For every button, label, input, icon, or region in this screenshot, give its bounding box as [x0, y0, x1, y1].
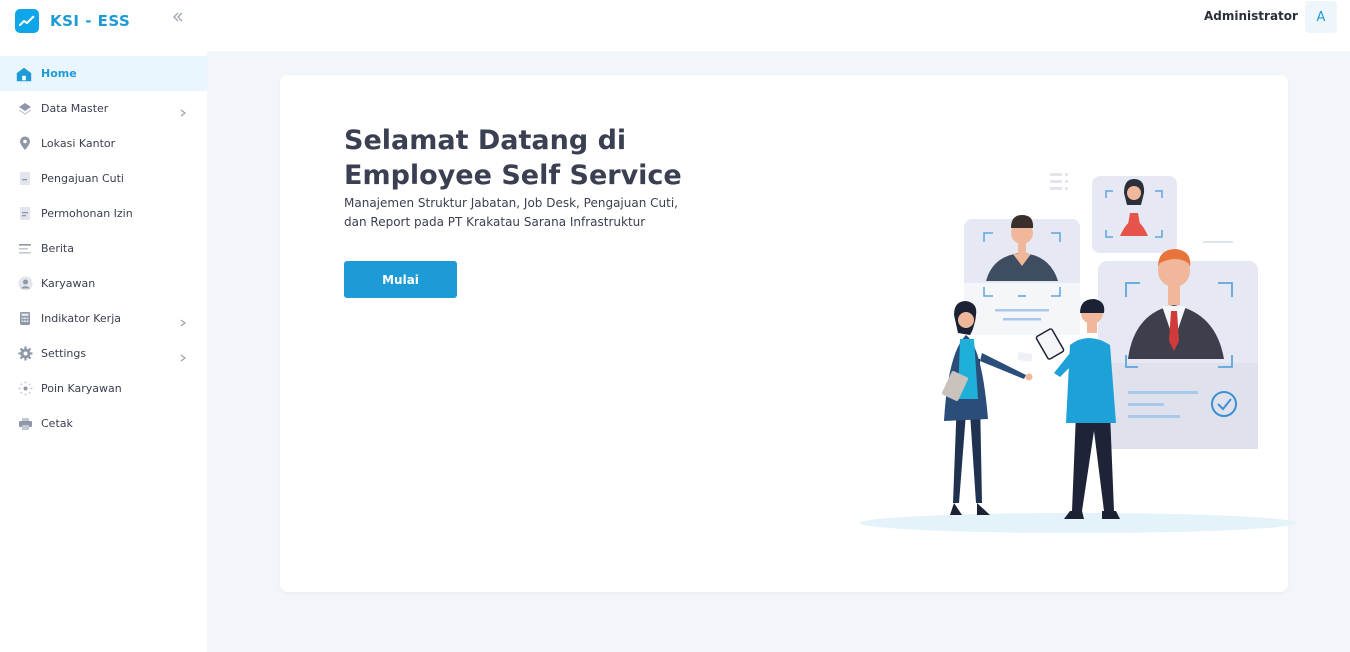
sidebar-item-cetak[interactable]: Cetak	[0, 406, 207, 441]
brand-name: KSI - ESS	[50, 11, 131, 30]
sparkle-icon	[17, 381, 33, 397]
sidebar-item-label: Poin Karyawan	[41, 382, 122, 395]
sidebar-item-permohonan-izin[interactable]: Permohonan Izin	[0, 196, 207, 231]
page-title: Selamat Datang di Employee Self Service	[344, 125, 682, 191]
sidebar-item-poin-karyawan[interactable]: Poin Karyawan	[0, 371, 207, 406]
sidebar-item-label: Indikator Kerja	[41, 312, 121, 325]
sidebar-item-lokasi-kantor[interactable]: Lokasi Kantor	[0, 126, 207, 161]
sidebar-item-label: Karyawan	[41, 277, 96, 290]
document-icon	[17, 171, 33, 187]
sidebar-menu: Home Data Master Lokasi Kantor Pengajuan…	[0, 56, 207, 441]
sidebar-item-label: Data Master	[41, 102, 109, 115]
location-pin-icon	[17, 136, 33, 152]
chevron-right-icon	[178, 103, 188, 117]
sidebar-item-label: Home	[41, 67, 77, 80]
printer-icon	[17, 416, 33, 432]
sidebar-item-label: Berita	[41, 242, 74, 255]
sidebar-item-label: Permohonan Izin	[41, 207, 133, 220]
sidebar-item-pengajuan-cuti[interactable]: Pengajuan Cuti	[0, 161, 207, 196]
sidebar-item-home[interactable]: Home	[0, 56, 207, 91]
sidebar-item-label: Settings	[41, 347, 87, 360]
sidebar-item-karyawan[interactable]: Karyawan	[0, 266, 207, 301]
sidebar: KSI - ESS Home Data Master Lokasi Kantor	[0, 0, 207, 652]
chevron-right-icon	[178, 313, 188, 327]
calculator-icon	[17, 311, 33, 327]
sidebar-item-label: Lokasi Kantor	[41, 137, 116, 150]
gear-icon	[17, 346, 33, 362]
sidebar-item-indikator-kerja[interactable]: Indikator Kerja	[0, 301, 207, 336]
layers-icon	[17, 101, 33, 117]
news-lines-icon	[17, 241, 33, 257]
sidebar-item-berita[interactable]: Berita	[0, 231, 207, 266]
avatar[interactable]: A	[1305, 1, 1337, 33]
user-name[interactable]: Administrator	[1204, 9, 1298, 23]
sidebar-item-settings[interactable]: Settings	[0, 336, 207, 371]
sidebar-item-label: Cetak	[41, 417, 73, 430]
user-icon	[17, 276, 33, 292]
hero-description: Manajemen Struktur Jabatan, Job Desk, Pe…	[344, 196, 678, 229]
document-lines-icon	[17, 206, 33, 222]
start-button[interactable]: Mulai	[344, 261, 457, 298]
top-header: Administrator A	[207, 0, 1350, 51]
sidebar-item-data-master[interactable]: Data Master	[0, 91, 207, 126]
welcome-card: Selamat Datang di Employee Self Service …	[280, 75, 1296, 592]
employee-illustration	[860, 173, 1296, 533]
sidebar-item-label: Pengajuan Cuti	[41, 172, 124, 185]
chevron-right-icon	[178, 348, 188, 362]
home-icon	[16, 66, 33, 82]
logo-chart-icon	[15, 8, 39, 33]
collapse-sidebar-icon[interactable]	[171, 9, 185, 23]
